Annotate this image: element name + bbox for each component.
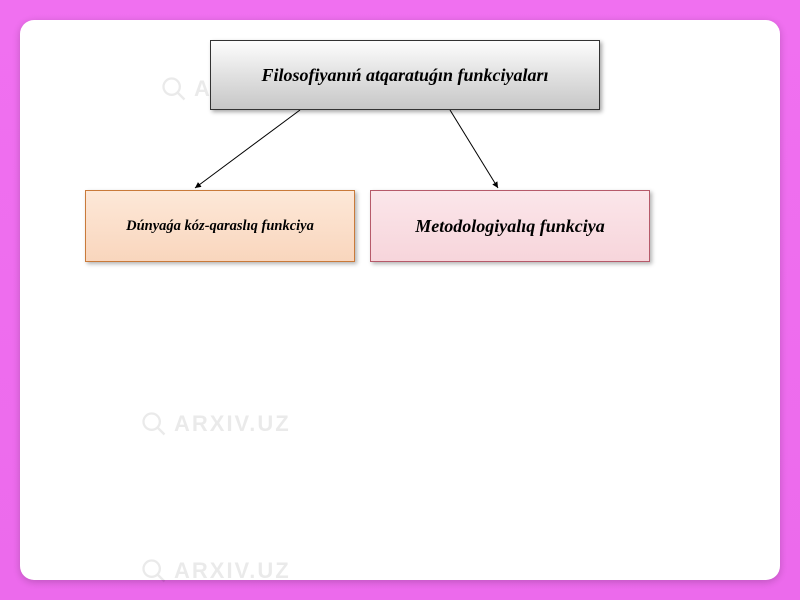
watermark-text: ARXIV.UZ xyxy=(174,558,291,584)
root-node-label: Filosofiyanıń atqaratuǵın funkciyaları xyxy=(261,65,548,86)
search-icon xyxy=(140,557,168,585)
watermark-text: ARXIV.UZ xyxy=(174,411,291,437)
search-icon xyxy=(160,75,188,103)
child-node-right: Metodologiyalıq funkciya xyxy=(370,190,650,262)
child-node-left: Dúnyaǵa kóz-qaraslıq funkciya xyxy=(85,190,355,262)
arrow-right xyxy=(450,110,498,188)
slide-canvas: ARXIV.UZ ARXIV.UZ ARXIV.UZ ARXIV.UZ Filo… xyxy=(20,20,780,580)
watermark: ARXIV.UZ xyxy=(140,557,291,585)
watermark: ARXIV.UZ xyxy=(140,410,291,438)
root-node: Filosofiyanıń atqaratuǵın funkciyaları xyxy=(210,40,600,110)
child-node-left-label: Dúnyaǵa kóz-qaraslıq funkciya xyxy=(126,218,314,235)
search-icon xyxy=(140,410,168,438)
arrow-left xyxy=(195,110,300,188)
child-node-right-label: Metodologiyalıq funkciya xyxy=(415,216,604,237)
